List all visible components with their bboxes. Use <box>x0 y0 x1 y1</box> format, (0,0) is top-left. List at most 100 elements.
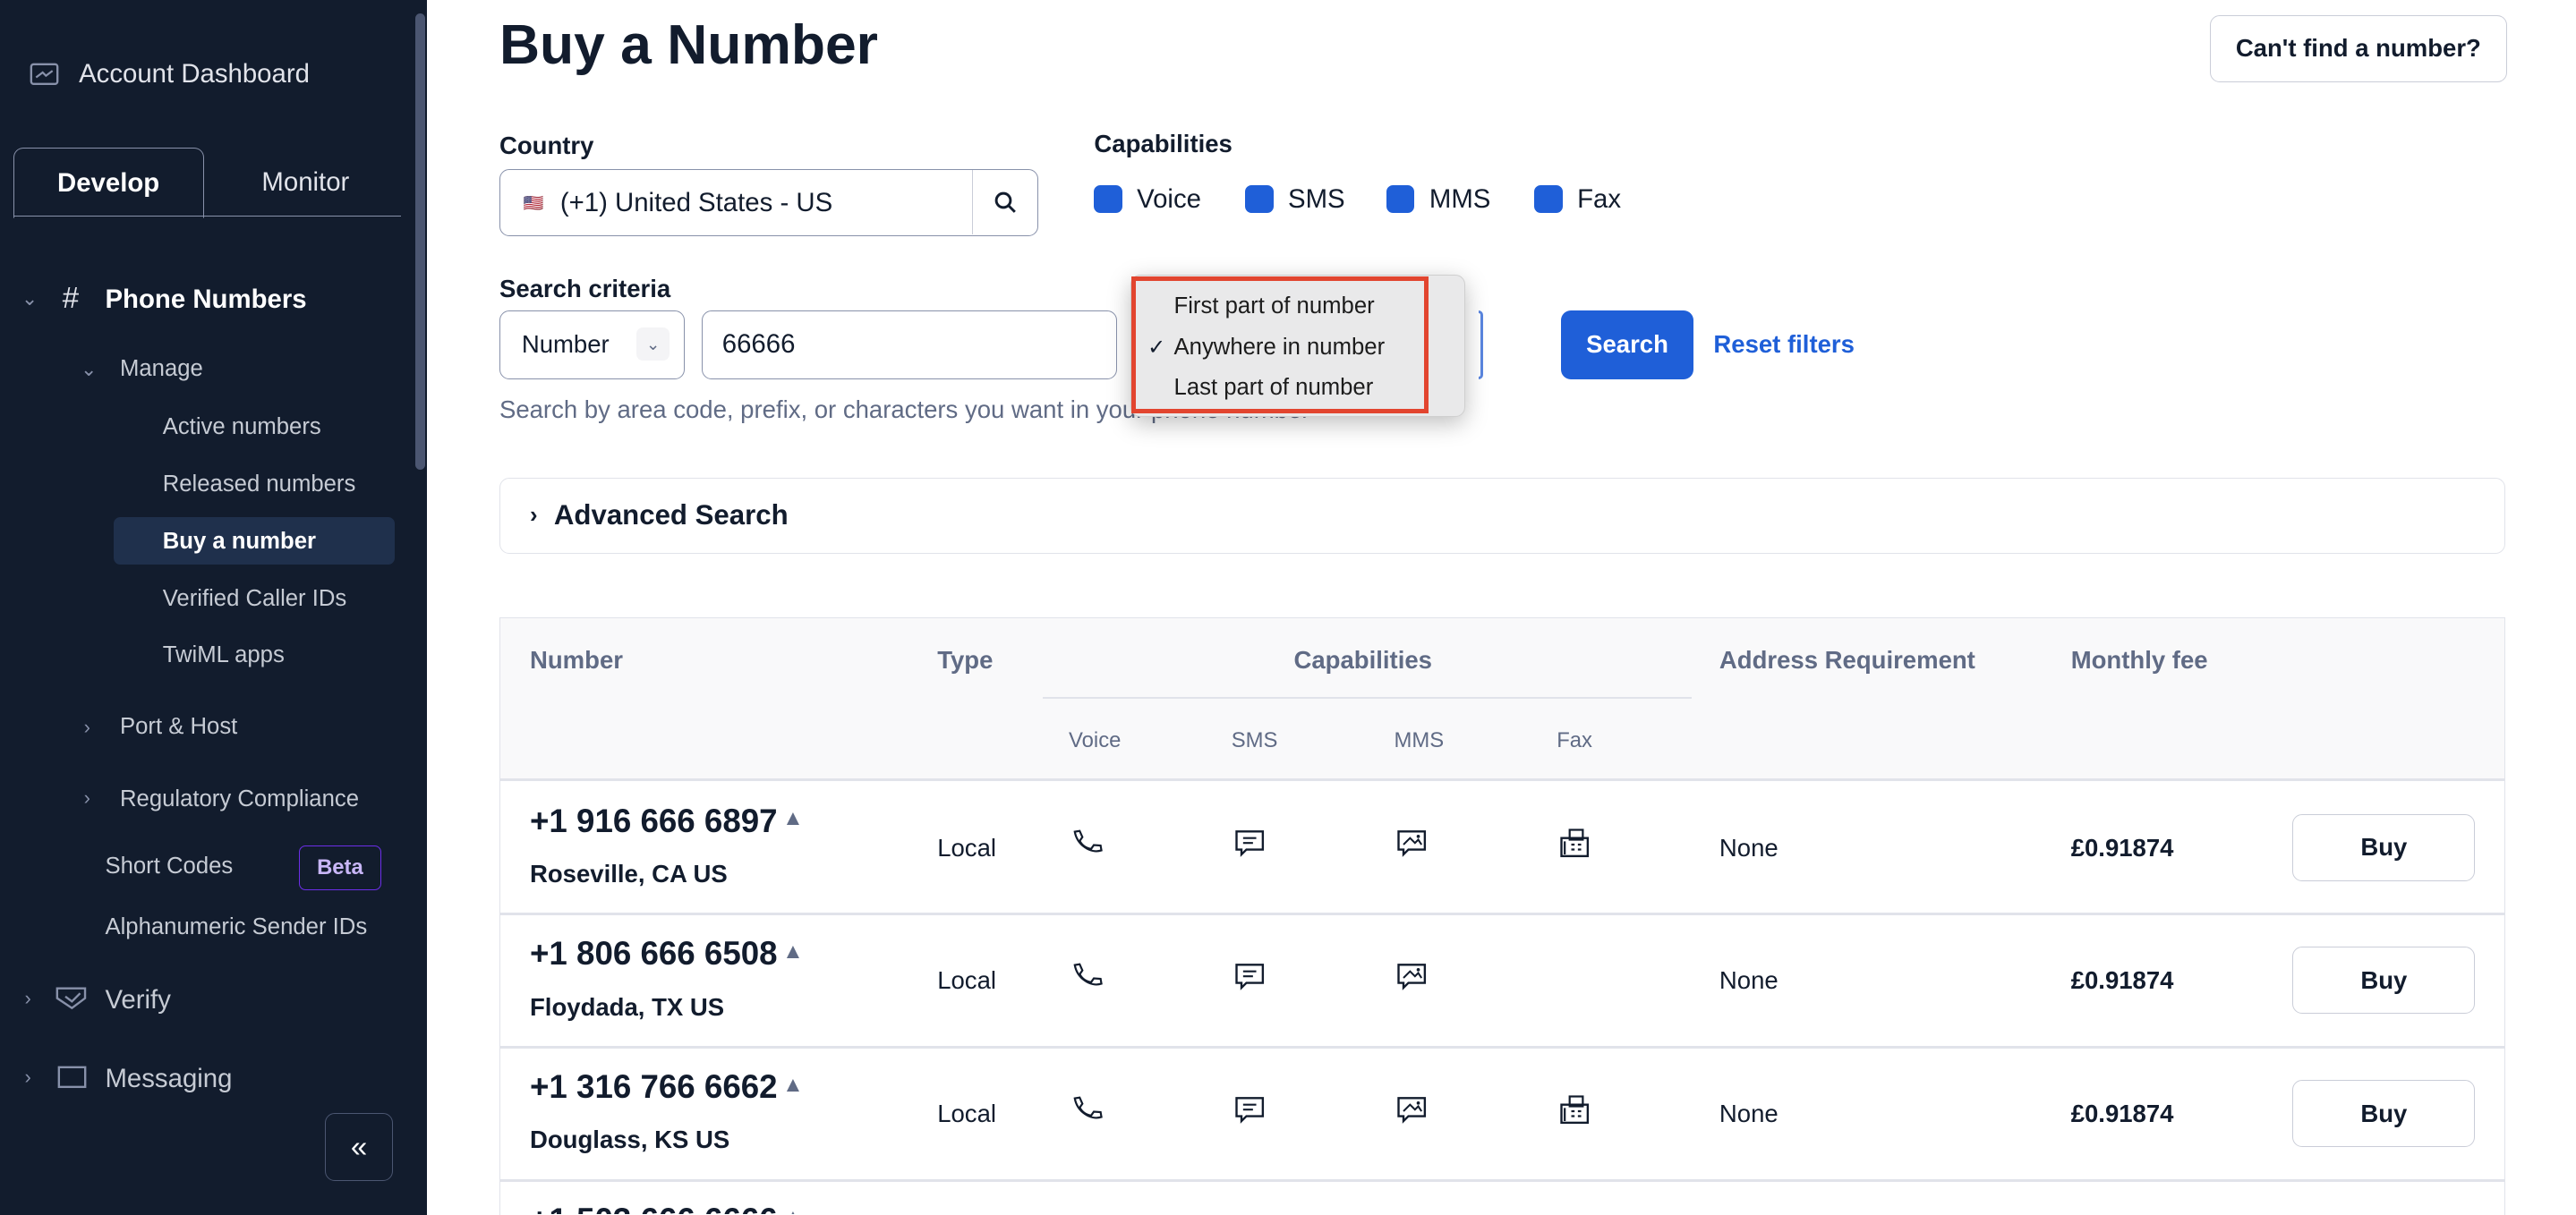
search-criteria-label: Search criteria <box>499 274 671 302</box>
tab-develop[interactable]: Develop <box>13 148 204 219</box>
hash-icon: # <box>62 280 80 314</box>
chevron-right-icon[interactable]: › <box>84 716 90 739</box>
sidebar-item-messaging[interactable]: Messaging <box>105 1064 232 1094</box>
page-title: Buy a Number <box>499 13 878 76</box>
fax-icon <box>1557 1092 1592 1127</box>
monthly-fee: £0.91874 <box>2070 1099 2174 1127</box>
sidebar-item-short-codes[interactable]: Short Codes <box>105 854 233 879</box>
divider <box>1042 697 1692 700</box>
checkbox-checked[interactable] <box>1245 184 1274 214</box>
sidebar: Account Dashboard Develop Monitor ⌄ # Ph… <box>0 0 428 1215</box>
triangle-icon: ▲ <box>782 806 804 831</box>
sidebar-item-label: Account Dashboard <box>79 59 310 89</box>
checkbox-fax[interactable]: Fax <box>1534 184 1621 215</box>
phone-number-text: +1 316 766 6662 <box>530 1068 778 1106</box>
location: Douglass, KS US <box>530 1126 730 1154</box>
table-row: +1 503 666 6666 ▲ <box>500 1182 2504 1215</box>
checkbox-sms[interactable]: SMS <box>1245 184 1345 215</box>
checkbox-voice[interactable]: Voice <box>1094 184 1201 215</box>
table-row: +1 806 666 6508 ▲ Floydada, TX US Local None… <box>499 915 2505 1049</box>
chevron-down-icon[interactable]: ⌄ <box>81 358 97 381</box>
us-flag-icon: 🇺🇸 <box>523 192 544 212</box>
criteria-type-value: Number <box>521 330 610 359</box>
dashboard-icon <box>30 63 59 86</box>
chevron-right-icon[interactable]: › <box>84 786 90 810</box>
verify-icon <box>56 987 87 1010</box>
match-select-edge[interactable] <box>1478 310 1484 379</box>
triangle-icon: ▲ <box>782 1205 804 1214</box>
beta-badge: Beta <box>299 845 381 890</box>
phone-number: +1 916 666 6897 ▲ <box>530 803 804 840</box>
buy-button[interactable]: Buy <box>2292 947 2476 1015</box>
sidebar-item-twiml-apps[interactable]: TwiML apps <box>163 642 285 668</box>
voice-icon <box>1069 825 1105 861</box>
sidebar-item-verified-caller-ids[interactable]: Verified Caller IDs <box>163 586 347 612</box>
search-button[interactable]: Search <box>1560 310 1694 379</box>
advanced-search-label: Advanced Search <box>553 499 789 531</box>
checkbox-mms[interactable]: MMS <box>1386 184 1490 215</box>
header-monthly-fee: Monthly fee <box>2070 646 2208 675</box>
subheader-fax: Fax <box>1557 728 1592 753</box>
sidebar-item-account-dashboard[interactable]: Account Dashboard <box>30 59 310 89</box>
header-address-requirement: Address Requirement <box>1719 646 1975 675</box>
criteria-type-select[interactable]: Number ⌄ <box>499 310 686 379</box>
checkbox-checked[interactable] <box>1534 184 1563 214</box>
sidebar-item-phone-numbers[interactable]: Phone Numbers <box>105 285 306 315</box>
voice-icon <box>1069 1092 1105 1127</box>
subheader-sms: SMS <box>1231 728 1278 753</box>
advanced-search-toggle[interactable]: › Advanced Search <box>499 478 2506 554</box>
monthly-fee: £0.91874 <box>2070 966 2174 995</box>
chevron-right-icon[interactable]: › <box>25 1066 31 1089</box>
menu-item-anywhere[interactable]: Anywhere in number <box>1174 335 1386 361</box>
sidebar-item-port-host[interactable]: Port & Host <box>120 714 237 740</box>
mms-icon <box>1394 958 1429 994</box>
phone-number-text: +1 916 666 6897 <box>530 802 778 839</box>
phone-number-text: +1 503 666 6666 <box>530 1202 778 1215</box>
sidebar-item-alphanumeric-sender-ids[interactable]: Alphanumeric Sender IDs <box>105 914 367 940</box>
location: Floydada, TX US <box>530 992 725 1021</box>
sidebar-item-released-numbers[interactable]: Released numbers <box>163 472 356 497</box>
sidebar-item-regulatory-compliance[interactable]: Regulatory Compliance <box>120 786 359 812</box>
search-icon[interactable] <box>971 170 1037 234</box>
sidebar-tabs: Develop Monitor <box>13 148 401 219</box>
sidebar-item-active-numbers[interactable]: Active numbers <box>163 414 321 440</box>
number-type: Local <box>937 833 996 862</box>
numbers-table: Number Type Capabilities Address Require… <box>499 617 2506 1215</box>
buy-button[interactable]: Buy <box>2292 813 2476 881</box>
search-number-input[interactable] <box>701 310 1118 379</box>
menu-item-last-part[interactable]: Last part of number <box>1174 375 1374 401</box>
table-row: +1 916 666 6897 ▲ Roseville, CA US Local Non… <box>499 783 2505 916</box>
tab-monitor[interactable]: Monitor <box>210 148 401 217</box>
checkbox-label: Fax <box>1577 183 1622 214</box>
capabilities-label: Capabilities <box>1094 130 1233 157</box>
fax-icon <box>1557 825 1592 861</box>
chevron-right-icon: › <box>530 502 538 528</box>
triangle-icon: ▲ <box>782 939 804 964</box>
address-requirement: None <box>1719 833 1778 862</box>
chevron-down-icon[interactable]: ⌄ <box>21 287 38 310</box>
country-select[interactable]: 🇺🇸 (+1) United States - US <box>499 169 1038 237</box>
sidebar-scrollbar[interactable] <box>415 13 426 470</box>
sidebar-item-verify[interactable]: Verify <box>105 985 170 1015</box>
address-requirement: None <box>1719 1099 1778 1127</box>
checkmark-icon: ✓ <box>1147 335 1166 360</box>
sidebar-item-manage[interactable]: Manage <box>120 356 203 382</box>
main-content: Buy a Number Can't find a number? Countr… <box>427 0 2576 1215</box>
match-dropdown-menu: First part of number ✓ Anywhere in numbe… <box>1130 274 1466 418</box>
menu-item-first-part[interactable]: First part of number <box>1174 293 1375 319</box>
chevron-down-icon: ⌄ <box>636 327 670 361</box>
collapse-sidebar-button[interactable]: « <box>325 1113 393 1181</box>
voice-icon <box>1069 958 1105 994</box>
checkbox-label: Voice <box>1137 183 1201 214</box>
checkbox-checked[interactable] <box>1094 184 1122 214</box>
subheader-voice: Voice <box>1069 728 1122 753</box>
address-requirement: None <box>1719 966 1778 995</box>
buy-button[interactable]: Buy <box>2292 1079 2476 1148</box>
cant-find-number-button[interactable]: Can't find a number? <box>2209 14 2507 82</box>
sidebar-item-buy-a-number[interactable]: Buy a number <box>163 529 316 555</box>
checkbox-checked[interactable] <box>1386 184 1415 214</box>
reset-filters-link[interactable]: Reset filters <box>1713 330 1855 359</box>
mms-icon <box>1394 1092 1429 1127</box>
messaging-icon <box>57 1066 87 1089</box>
chevron-right-icon[interactable]: › <box>25 987 31 1010</box>
